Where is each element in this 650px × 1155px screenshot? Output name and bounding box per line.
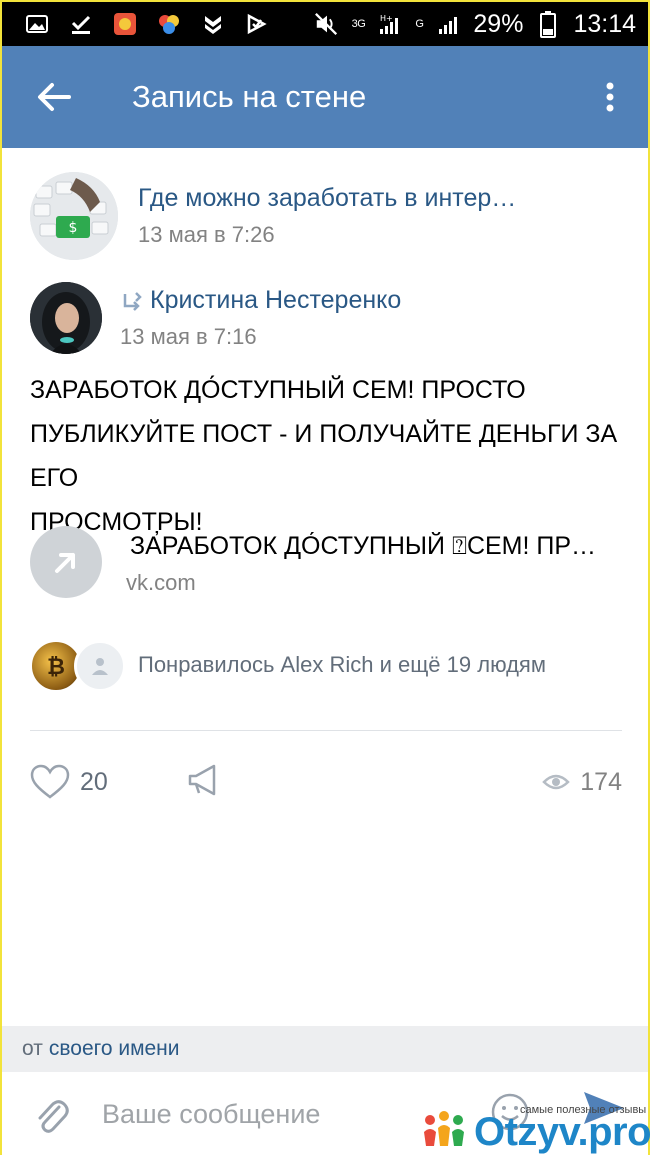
clock: 13:14 — [573, 9, 636, 38]
paperclip-icon — [38, 1099, 69, 1133]
like-count: 20 — [80, 767, 108, 796]
link-domain: vk.com — [126, 570, 196, 595]
more-button[interactable] — [590, 67, 630, 127]
network-label-hplus: H+ — [380, 14, 393, 23]
megaphone-icon — [188, 764, 216, 796]
heart-icon — [30, 764, 70, 799]
battery-percent: 29% — [473, 9, 524, 38]
link-attachment[interactable]: ЗАРАБОТОК ДО́СТУПНЫЙ ⍰СЕМ! ПР… vk.com — [30, 522, 630, 602]
status-notifications — [2, 12, 270, 36]
svg-text:$: $ — [69, 220, 78, 236]
shield-icon — [200, 12, 226, 36]
liker-avatar-placeholder[interactable] — [74, 640, 126, 692]
share-button[interactable] — [186, 762, 222, 803]
post-as-prefix: от — [22, 1037, 43, 1060]
app-icon-2 — [156, 12, 182, 36]
post-as-selector[interactable]: своего имени — [49, 1037, 180, 1061]
download-done-icon — [68, 12, 94, 36]
user-icon — [92, 658, 108, 675]
network-label-g: G — [415, 18, 424, 30]
external-link-icon — [55, 553, 75, 573]
post-text-line: ПУБЛИКУЙТЕ ПОСТ - И ПОЛУЧАЙТЕ ДЕНЬГИ ЗА … — [30, 420, 618, 492]
group-name[interactable]: Где можно заработать в интер… — [138, 184, 516, 213]
otzyv-logo-icon — [424, 1111, 464, 1146]
more-vertical-icon — [606, 82, 614, 112]
page-title: Запись на стене — [132, 79, 367, 114]
signal-icon-2 — [435, 12, 461, 36]
svg-text:₿: ₿ — [47, 655, 65, 680]
repost-icon — [123, 292, 142, 311]
author-date: 13 мая в 7:16 — [120, 324, 257, 349]
link-title[interactable]: ЗАРАБОТОК ДО́СТУПНЫЙ ⍰СЕМ! ПР… — [130, 532, 620, 561]
otzyv-watermark: самые полезные отзывы Otzyv.pro — [420, 1100, 650, 1155]
eye-icon — [542, 774, 571, 790]
likers-text[interactable]: Понравилось Alex Rich и ещё 19 людям — [138, 652, 546, 678]
group-header[interactable]: $ Где можно заработать в интер… 13 мая в… — [30, 172, 630, 262]
author-avatar[interactable] — [30, 282, 102, 354]
signal-icon-1: H+ — [377, 12, 403, 36]
mute-icon — [314, 12, 340, 36]
app-header: Запись на стене — [2, 46, 648, 148]
battery-icon — [535, 11, 561, 38]
app-icon-1 — [112, 12, 138, 36]
status-bar: 3G H+ G 29% 13:14 — [2, 2, 648, 46]
author-header[interactable]: Кристина Нестеренко 13 мая в 7:16 — [30, 282, 630, 358]
post-text-line: ЗАРАБОТОК ДО́СТУПНЫЙ СЕМ! ПРОСТО — [30, 376, 526, 404]
back-button[interactable] — [24, 67, 84, 127]
network-label-3g: 3G — [351, 18, 366, 30]
group-avatar[interactable]: $ — [30, 172, 118, 260]
author-name[interactable]: Кристина Нестеренко — [150, 286, 401, 315]
post-text: ЗАРАБОТОК ДО́СТУПНЫЙ СЕМ! ПРОСТО ПУБЛИКУ… — [30, 368, 626, 544]
like-button[interactable]: 20 — [30, 756, 108, 808]
views-counter: 174 — [542, 756, 622, 808]
divider — [30, 730, 622, 731]
otzyv-logo-text: Otzyv.pro — [474, 1110, 650, 1154]
attach-button[interactable] — [32, 1090, 72, 1140]
gallery-icon — [24, 12, 50, 36]
post-as-bar: от своего имени — [2, 1026, 648, 1072]
arrow-left-icon — [38, 83, 71, 111]
link-icon-circle — [30, 526, 102, 598]
group-date: 13 мая в 7:26 — [138, 222, 275, 247]
views-count: 174 — [580, 767, 622, 796]
post-actions: 20 174 — [30, 756, 626, 808]
tick-icon — [244, 12, 270, 36]
status-system: 3G H+ G 29% 13:14 — [314, 10, 648, 39]
likers-row[interactable]: ₿ Понравилось Alex Rich и ещё 19 людям — [30, 640, 630, 692]
message-input[interactable] — [102, 1099, 432, 1130]
